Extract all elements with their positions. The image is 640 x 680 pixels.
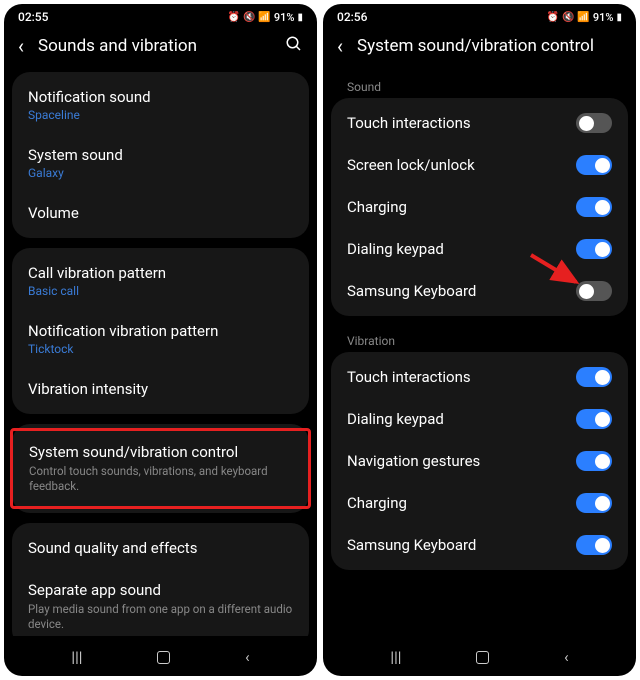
- phone-left: 02:55 ⏰ 🔇 📶 91% ▮ ‹ Sounds and vibration…: [4, 4, 317, 676]
- toggle-switch[interactable]: [576, 367, 612, 387]
- toggle-row[interactable]: Navigation gestures: [331, 440, 628, 482]
- status-icons: ⏰ 🔇 📶 91% ▮: [547, 11, 622, 24]
- recents-icon[interactable]: |||: [71, 648, 82, 666]
- toggle-row[interactable]: Samsung Keyboard: [331, 270, 628, 312]
- toggle-row[interactable]: Touch interactions: [331, 102, 628, 144]
- row-title: Samsung Keyboard: [347, 282, 476, 300]
- toggle-row[interactable]: Samsung Keyboard: [331, 524, 628, 566]
- phone-right: 02:56 ⏰ 🔇 📶 91% ▮ ‹ System sound/vibrati…: [323, 4, 636, 676]
- row-subtitle: Ticktock: [28, 342, 293, 356]
- battery-pct: 91%: [274, 11, 295, 24]
- nav-back-icon[interactable]: ‹: [564, 648, 569, 666]
- toggle-switch[interactable]: [576, 451, 612, 471]
- settings-row[interactable]: Notification vibration pattern Ticktock: [12, 310, 309, 368]
- row-title: Charging: [347, 494, 407, 512]
- callout-arrow-icon: [526, 250, 586, 290]
- toggle-row[interactable]: Screen lock/unlock: [331, 144, 628, 186]
- toggle-row[interactable]: Charging: [331, 482, 628, 524]
- row-title: Navigation gestures: [347, 452, 480, 470]
- row-title: Separate app sound: [28, 581, 293, 599]
- toggle-switch[interactable]: [576, 113, 612, 133]
- nav-back-icon[interactable]: ‹: [245, 648, 250, 666]
- nav-bar: ||| ‹: [323, 636, 636, 676]
- settings-group: System sound/vibration control Control to…: [12, 424, 309, 513]
- settings-group: Touch interactions Dialing keypad Navigati…: [331, 352, 628, 570]
- alarm-icon: ⏰: [228, 12, 240, 23]
- settings-group: Touch interactions Screen lock/unlock Char…: [331, 98, 628, 316]
- toggle-switch[interactable]: [576, 409, 612, 429]
- status-bar: 02:55 ⏰ 🔇 📶 91% ▮: [4, 4, 317, 26]
- row-title: Dialing keypad: [347, 410, 444, 428]
- page-title: Sounds and vibration: [38, 36, 271, 56]
- content[interactable]: Sound Touch interactions Screen lock/unloc…: [323, 72, 636, 636]
- recents-icon[interactable]: |||: [390, 648, 401, 666]
- section-header: Vibration: [331, 326, 628, 352]
- header: ‹ System sound/vibration control: [323, 26, 636, 72]
- row-title: System sound: [28, 146, 293, 164]
- back-icon[interactable]: ‹: [337, 34, 343, 58]
- content[interactable]: Notification sound Spaceline System sound G…: [4, 72, 317, 636]
- status-time: 02:55: [18, 10, 48, 24]
- settings-row[interactable]: System sound/vibration control Control to…: [10, 428, 311, 509]
- toggle-row[interactable]: Dialing keypad: [331, 398, 628, 440]
- settings-group: Notification sound Spaceline System sound G…: [12, 72, 309, 238]
- settings-row[interactable]: Separate app sound Play media sound from …: [12, 569, 309, 636]
- row-title: Notification vibration pattern: [28, 322, 293, 340]
- settings-row[interactable]: Vibration intensity: [12, 368, 309, 410]
- signal-icon: 📶: [577, 12, 589, 23]
- signal-icon: 📶: [258, 12, 270, 23]
- toggle-row[interactable]: Touch interactions: [331, 356, 628, 398]
- row-title: Samsung Keyboard: [347, 536, 476, 554]
- toggle-switch[interactable]: [576, 493, 612, 513]
- header: ‹ Sounds and vibration: [4, 26, 317, 72]
- settings-row[interactable]: System sound Galaxy: [12, 134, 309, 192]
- row-title: Vibration intensity: [28, 380, 293, 398]
- row-subtitle: Spaceline: [28, 108, 293, 122]
- toggle-switch[interactable]: [576, 197, 612, 217]
- battery-icon: ▮: [616, 12, 622, 23]
- status-bar: 02:56 ⏰ 🔇 📶 91% ▮: [323, 4, 636, 26]
- search-icon[interactable]: [285, 35, 303, 58]
- home-icon[interactable]: [476, 651, 489, 664]
- row-subtitle: Galaxy: [28, 166, 293, 180]
- status-time: 02:56: [337, 10, 367, 24]
- row-title: System sound/vibration control: [29, 443, 292, 461]
- settings-row[interactable]: Volume: [12, 192, 309, 234]
- section-header: Sound: [331, 72, 628, 98]
- toggle-switch[interactable]: [576, 155, 612, 175]
- row-subtitle: Basic call: [28, 284, 293, 298]
- row-title: Touch interactions: [347, 368, 471, 386]
- toggle-row[interactable]: Charging: [331, 186, 628, 228]
- mute-icon: 🔇: [562, 12, 574, 23]
- nav-bar: ||| ‹: [4, 636, 317, 676]
- row-title: Volume: [28, 204, 293, 222]
- settings-group: Sound quality and effects Separate app so…: [12, 523, 309, 636]
- battery-pct: 91%: [593, 11, 614, 24]
- home-icon[interactable]: [157, 651, 170, 664]
- alarm-icon: ⏰: [547, 12, 559, 23]
- back-icon[interactable]: ‹: [18, 34, 24, 58]
- row-description: Play media sound from one app on a diffe…: [28, 602, 293, 632]
- row-title: Charging: [347, 198, 407, 216]
- mute-icon: 🔇: [243, 12, 255, 23]
- battery-icon: ▮: [297, 12, 303, 23]
- row-title: Sound quality and effects: [28, 539, 293, 557]
- row-title: Screen lock/unlock: [347, 156, 475, 174]
- row-title: Dialing keypad: [347, 240, 444, 258]
- row-title: Call vibration pattern: [28, 264, 293, 282]
- settings-row[interactable]: Notification sound Spaceline: [12, 76, 309, 134]
- row-title: Notification sound: [28, 88, 293, 106]
- page-title: System sound/vibration control: [357, 36, 622, 56]
- settings-row[interactable]: Call vibration pattern Basic call: [12, 252, 309, 310]
- toggle-switch[interactable]: [576, 535, 612, 555]
- status-icons: ⏰ 🔇 📶 91% ▮: [228, 11, 303, 24]
- settings-row[interactable]: Sound quality and effects: [12, 527, 309, 569]
- settings-group: Call vibration pattern Basic call Notifica…: [12, 248, 309, 414]
- row-description: Control touch sounds, vibrations, and ke…: [29, 464, 292, 494]
- row-title: Touch interactions: [347, 114, 471, 132]
